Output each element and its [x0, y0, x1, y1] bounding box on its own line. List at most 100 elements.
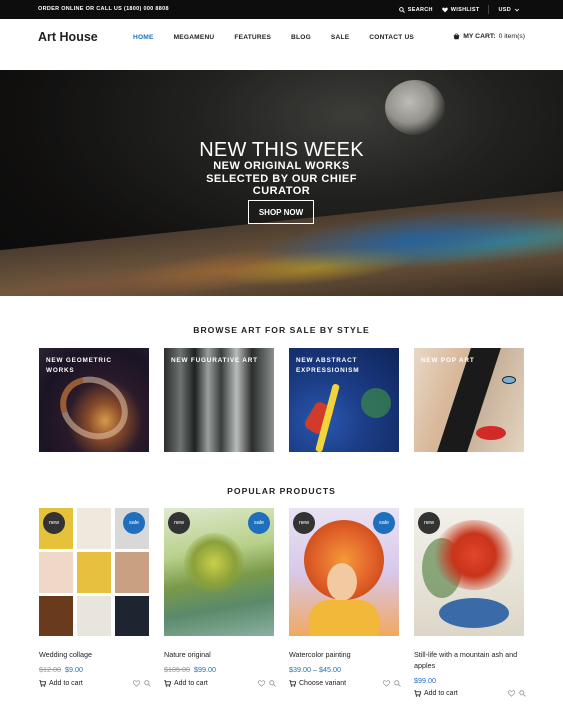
hero-title: NEW THIS WEEK	[199, 139, 364, 161]
current-price: $39.00 – $45.00	[289, 665, 341, 674]
style-tile-label: NEW FUGURATIVE ART	[171, 357, 258, 364]
style-tile-abstract[interactable]: NEW ABSTRACT EXPRESSIONISM	[289, 348, 399, 452]
add-to-cart-label: Add to cart	[174, 680, 208, 687]
artwork-image	[476, 426, 506, 440]
product-image-watercolor-painting[interactable]: new sale	[289, 508, 399, 636]
artwork-image	[361, 388, 391, 418]
nav-sale[interactable]: SALE	[331, 34, 349, 41]
cart-count: 0 item(s)	[498, 33, 525, 40]
cart-label: MY CART:	[463, 33, 496, 40]
product-icons	[258, 680, 276, 687]
style-tile-label: NEW GEOMETRIC WORKS	[46, 357, 112, 374]
product-price: $99.00	[414, 676, 436, 685]
product-price: $39.00 – $45.00	[289, 665, 341, 674]
wishlist-heart-icon[interactable]	[508, 690, 515, 697]
add-to-cart-label: Add to cart	[424, 690, 458, 697]
product-name[interactable]: Watercolor painting	[289, 650, 401, 661]
wishlist-label: WISHLIST	[450, 6, 480, 13]
search-link[interactable]: SEARCH	[398, 6, 433, 13]
add-to-cart-button[interactable]: Add to cart	[164, 680, 208, 687]
product-name[interactable]: Wedding collage	[39, 650, 151, 661]
collage-cell	[39, 552, 73, 593]
product-image-still-life[interactable]: new	[414, 508, 524, 636]
style-tile-geometric[interactable]: NEW GEOMETRIC WORKS	[39, 348, 149, 452]
add-to-cart-label: Add to cart	[49, 680, 83, 687]
current-price: $99.00	[193, 665, 216, 674]
quick-view-icon[interactable]	[269, 680, 276, 687]
search-label: SEARCH	[407, 6, 433, 13]
product-icons	[383, 680, 401, 687]
browse-section-title: BROWSE ART FOR SALE BY STYLE	[193, 325, 370, 335]
quick-view-icon[interactable]	[144, 680, 151, 687]
nav-contact-us[interactable]: CONTACT US	[369, 34, 414, 41]
popular-section-title: POPULAR PRODUCTS	[227, 486, 336, 496]
site-logo[interactable]: Art House	[38, 30, 98, 44]
artwork-image	[439, 598, 509, 628]
artwork-image	[434, 520, 514, 590]
new-badge: new	[418, 512, 440, 534]
divider	[488, 5, 490, 14]
sale-badge: sale	[373, 512, 395, 534]
nav-home[interactable]: HOME	[133, 34, 154, 41]
collage-cell	[115, 552, 149, 593]
quick-view-icon[interactable]	[394, 680, 401, 687]
collage-cell	[115, 596, 149, 636]
current-price: $99.00	[414, 676, 436, 685]
wishlist-heart-icon[interactable]	[133, 680, 140, 687]
nav-megamenu[interactable]: MEGAMENU	[174, 34, 215, 41]
sale-badge: sale	[248, 512, 270, 534]
cart-icon	[453, 33, 460, 40]
artwork-image	[502, 376, 516, 384]
shop-now-button[interactable]: SHOP NOW	[248, 200, 314, 224]
artwork-image	[184, 533, 244, 593]
artwork-image	[48, 364, 140, 452]
style-tile-pop-art[interactable]: NEW POP ART	[414, 348, 524, 452]
style-tile-label: NEW ABSTRACT EXPRESSIONISM	[296, 357, 360, 374]
cart-icon	[39, 680, 46, 687]
currency-selector[interactable]: USD	[498, 7, 520, 13]
product-price: $105.00 $99.00	[164, 665, 216, 674]
product-icons	[133, 680, 151, 687]
search-icon	[398, 6, 405, 13]
collage-cell	[77, 596, 111, 636]
artwork-image	[309, 600, 379, 636]
nav-features[interactable]: FEATURES	[234, 34, 271, 41]
add-to-cart-button[interactable]: Add to cart	[39, 680, 83, 687]
top-bar: ORDER ONLINE OR CALL US (1800) 000 8808 …	[0, 0, 563, 19]
collage-cell	[77, 552, 111, 593]
product-name[interactable]: Nature original	[164, 650, 276, 661]
choose-variant-label: Choose variant	[299, 680, 347, 687]
wishlist-heart-icon[interactable]	[258, 680, 265, 687]
collage-cell	[39, 596, 73, 636]
product-image-nature-original[interactable]: new sale	[164, 508, 274, 636]
new-badge: new	[43, 512, 65, 534]
chevron-down-icon	[514, 8, 520, 12]
cart-icon	[289, 680, 296, 687]
product-name[interactable]: Still-life with a mountain ash and apple…	[414, 650, 526, 671]
new-badge: new	[168, 512, 190, 534]
choose-variant-button[interactable]: Choose variant	[289, 680, 346, 687]
cart-link[interactable]: MY CART: 0 item(s)	[453, 33, 525, 40]
nav-blog[interactable]: BLOG	[291, 34, 311, 41]
collage-cell	[77, 508, 111, 549]
quick-view-icon[interactable]	[519, 690, 526, 697]
style-tile-label: NEW POP ART	[421, 357, 475, 364]
hero-subtitle: NEW ORIGINAL WORKS SELECTED BY OUR CHIEF…	[206, 160, 357, 197]
style-tile-figurative[interactable]: NEW FUGURATIVE ART	[164, 348, 274, 452]
heart-icon	[442, 7, 448, 12]
add-to-cart-button[interactable]: Add to cart	[414, 690, 458, 697]
order-phone-text: ORDER ONLINE OR CALL US (1800) 000 8808	[38, 6, 169, 12]
old-price: $105.00	[164, 665, 190, 674]
product-image-wedding-collage[interactable]: new sale	[39, 508, 149, 636]
current-price: $9.00	[64, 665, 83, 674]
wishlist-heart-icon[interactable]	[383, 680, 390, 687]
wishlist-link[interactable]: WISHLIST	[442, 7, 480, 13]
hero-banner: NEW THIS WEEK NEW ORIGINAL WORKS SELECTE…	[0, 70, 563, 296]
sale-badge: sale	[123, 512, 145, 534]
cart-icon	[414, 690, 421, 697]
old-price: $12.00	[39, 665, 61, 674]
cart-icon	[164, 680, 171, 687]
artwork-image	[327, 563, 357, 601]
site-header: Art House HOME MEGAMENU FEATURES BLOG SA…	[0, 19, 563, 70]
product-price: $12.00 $9.00	[39, 665, 83, 674]
